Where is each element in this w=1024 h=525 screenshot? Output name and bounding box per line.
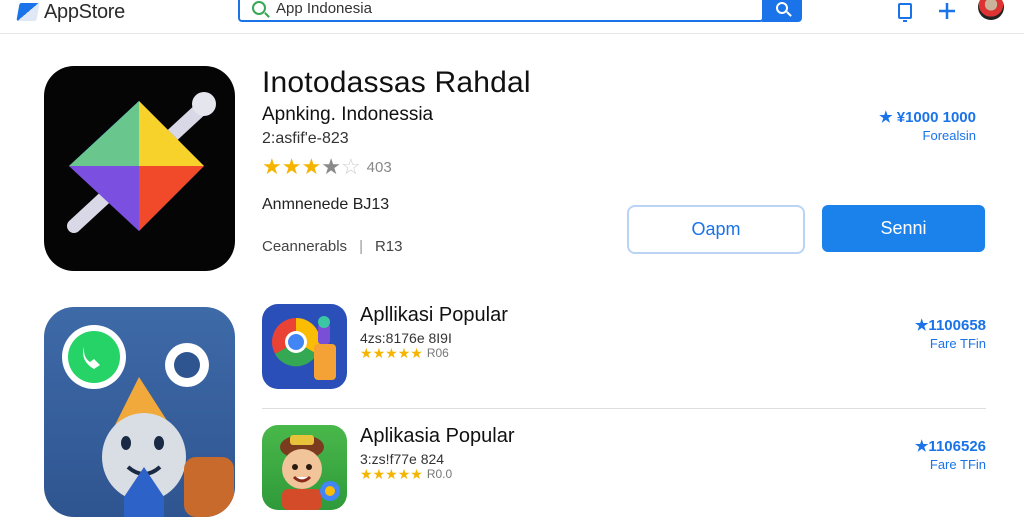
app-store-logo-icon [16,3,40,21]
price-subtext: Fare TFin [929,457,986,472]
list-item-meta: 3:zs!f77e 824 [360,451,445,467]
price-subtext: Forealsin [922,128,976,143]
star-icon: ★ [410,345,423,361]
star-empty-icon: ☆ [340,154,361,179]
featured-price: ★ ¥1000 1000 Forealsin [879,108,976,143]
magnifier-icon [776,2,788,14]
search-bar[interactable] [238,0,764,22]
search-icon [252,1,266,15]
star-icon: ★ [410,466,423,482]
featured-app-icon[interactable] [44,66,235,271]
list-item-title: Apllikasi Popular [360,304,508,326]
rating-count: R06 [426,346,449,360]
chat-mascot-icon [62,325,234,517]
star-icon: ★ [301,154,322,179]
category-separator: | [359,238,363,255]
kite-pencil-icon [67,92,216,233]
category-label: Ceannerabls [262,238,348,255]
app-store-logo[interactable]: AppStore [16,0,125,24]
character-game-icon [280,435,340,510]
rating-count: R0.0 [426,467,453,481]
chat-mascot-app-icon[interactable] [44,307,235,517]
star-icon: ★ [372,466,386,482]
price-value: ★ ¥1000 1000 [879,109,976,126]
price-subtext: Fare TFin [929,336,986,351]
star-icon: ★ [262,154,282,179]
star-icon: ★ [385,466,398,482]
featured-app-category: Ceannerabls | R13 [262,238,403,255]
search-button[interactable] [762,0,802,22]
list-item-rating: ★ ★ ★ ★ ★ R0.0 [360,467,452,481]
list-item-title: Aplikasia Popular [360,425,515,447]
star-icon: ★ [360,466,373,482]
search-input[interactable] [276,0,736,17]
list-item[interactable]: Apllikasi Popular 4zs:8176e 8I9I ★ ★ ★ ★… [262,304,986,404]
open-button[interactable]: Oapm [627,205,805,254]
star-icon: ★ [281,154,302,179]
browser-puzzle-icon [272,316,336,380]
category-value: R13 [374,238,403,255]
list-item[interactable]: Aplikasia Popular 3:zs!f77e 824 ★ ★ ★ ★ … [262,425,986,525]
list-item-price: ★1100658 Fare TFin [915,316,986,351]
character-game-app-icon[interactable] [262,425,347,510]
featured-app-subtitle: Apnking. Indonessia [262,104,434,125]
rating-count: 403 [366,158,392,176]
star-icon: ★ [372,345,386,361]
app-store-logo-text: AppStore [44,0,125,23]
list-item-rating: ★ ★ ★ ★ ★ R06 [360,346,449,360]
featured-app-meta: 2:asfif'e-823 [262,130,349,147]
star-half-icon: ★ [321,154,341,179]
avatar[interactable] [978,0,1004,20]
star-icon: ★ [397,345,411,361]
plus-icon[interactable] [936,0,958,22]
send-button[interactable]: Senni [822,205,985,252]
price-value: ★1100658 [914,317,986,334]
document-icon[interactable] [896,0,914,22]
list-divider [262,408,986,409]
list-item-price: ★1106526 Fare TFin [915,437,986,472]
star-icon: ★ [385,345,398,361]
featured-rating: ★ ★ ★ ★ ☆ 403 [262,156,392,178]
top-bar: AppStore [0,0,1024,34]
star-icon: ★ [397,466,411,482]
list-item-meta: 4zs:8176e 8I9I [360,330,452,346]
browser-puzzle-app-icon[interactable] [262,304,347,389]
star-icon: ★ [360,345,373,361]
featured-app-title: Inotodassas Rahdal [262,66,531,99]
price-value: ★1106526 [914,438,986,455]
featured-app-note: Anmnenede BJ13 [262,196,390,213]
